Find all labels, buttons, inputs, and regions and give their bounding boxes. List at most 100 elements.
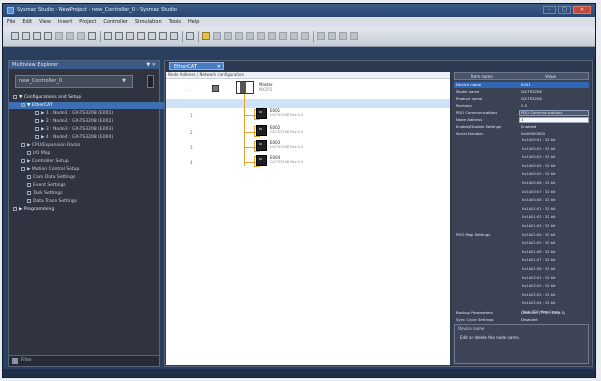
tree-item[interactable]: ▶ Programming (9, 206, 163, 213)
pdo-entry[interactable]: 0x1A02:03 : 32 bit (522, 293, 555, 297)
tree-item[interactable]: ▼ Configurations and Setup (9, 94, 163, 101)
tree-item[interactable]: ▶ Motion Control Setup (9, 166, 171, 173)
pdo-entry[interactable]: 0x1A00:05 : 32 bit (522, 172, 555, 176)
simulation-pause-icon[interactable] (339, 32, 347, 40)
pdo-entry[interactable]: 0x1A02:04 : 32 bit (522, 301, 555, 305)
set-icon[interactable] (290, 32, 298, 40)
paste-icon[interactable] (66, 32, 74, 40)
online-icon[interactable] (186, 32, 194, 40)
pdo-entry[interactable]: 0x1A01:07 : 32 bit (522, 258, 555, 262)
save-icon[interactable] (33, 32, 41, 40)
force-cancel-icon[interactable] (279, 32, 287, 40)
menu-controller[interactable]: Controller (103, 19, 128, 25)
property-row[interactable]: Backup Parameters Disabled (TPDO Disp.S) (454, 310, 589, 316)
tab-close-icon[interactable]: ✕ (217, 63, 221, 71)
pdo-entry[interactable]: 0x1A00:02 : 32 bit (522, 147, 555, 151)
property-row[interactable]: Device name E001 (454, 82, 589, 88)
menu-simulation[interactable]: Simulation (135, 19, 162, 25)
slave-device[interactable] (256, 140, 267, 151)
warning-icon[interactable] (202, 32, 210, 40)
tree-item[interactable]: ▶ 4 : Node4 : GX-TS3208 (E004) (9, 134, 185, 141)
close-button[interactable]: ✕ (573, 6, 591, 14)
pdo-entry[interactable]: 0x1A00:08 : 32 bit (522, 198, 555, 202)
build-icon[interactable] (137, 32, 145, 40)
tree-item[interactable]: ▶ Controller Setup (9, 158, 171, 165)
tree-item[interactable]: Cam Data Settings (9, 174, 177, 181)
simulation-stop-icon[interactable] (328, 32, 336, 40)
slave-device[interactable] (256, 125, 267, 136)
find-icon[interactable] (115, 32, 123, 40)
tree-item[interactable]: Task Settings (9, 190, 177, 197)
run-mode-icon[interactable] (224, 32, 232, 40)
open-icon[interactable] (22, 32, 30, 40)
tab-ethercat[interactable]: EtherCAT ✕ (169, 62, 224, 70)
property-row[interactable]: Sync Cycle Settings Disabled (454, 317, 589, 323)
menu-edit[interactable]: Edit (22, 19, 32, 25)
pdo-entry[interactable]: 0x1A01:01 : 32 bit (522, 207, 555, 211)
check-icon[interactable] (159, 32, 167, 40)
pdo-entry[interactable]: 0x1A00:07 : 32 bit (522, 190, 555, 194)
delete-icon[interactable] (77, 32, 85, 40)
pdo-entry[interactable]: 0x1A02:02 : 32 bit (522, 284, 555, 288)
menu-insert[interactable]: Insert (58, 19, 72, 25)
program-mode-icon[interactable] (235, 32, 243, 40)
pdo-entry[interactable]: 0x1A00:04 : 32 bit (522, 164, 555, 168)
tree-item[interactable]: Event Settings (9, 182, 177, 189)
maximize-button[interactable]: □ (558, 6, 571, 14)
tree-item[interactable]: Data Trace Settings (9, 198, 177, 205)
pdo-entry[interactable]: 0x1A01:02 : 32 bit (522, 215, 555, 219)
pdo-entry[interactable]: 0x1A00:03 : 32 bit (522, 155, 555, 159)
controller-status-icon[interactable] (147, 75, 154, 88)
tree-item[interactable]: ▶ 1 : Node1 : GX-TS3208 (E001) (9, 110, 185, 117)
controller-select[interactable]: new_Controller_0 ▼ (15, 75, 133, 88)
monitor-icon[interactable] (246, 32, 254, 40)
tree-item[interactable]: ▼ EtherCAT (9, 102, 171, 109)
master-device[interactable] (236, 81, 254, 94)
replace-icon[interactable] (126, 32, 134, 40)
menu-view[interactable]: View (39, 19, 51, 25)
tree-item[interactable]: ▶ 3 : Node3 : GX-TS3208 (E003) (9, 126, 185, 133)
copy-icon[interactable] (55, 32, 63, 40)
cut-icon[interactable] (44, 32, 52, 40)
tree-item[interactable]: I/O Map (9, 150, 177, 157)
reset-icon[interactable] (301, 32, 309, 40)
pdo-entry[interactable]: 0x1A01:04 : 32 bit (522, 233, 555, 237)
redo-icon[interactable] (104, 32, 112, 40)
simulation-start-icon[interactable] (317, 32, 325, 40)
force-on-icon[interactable] (257, 32, 265, 40)
menu-file[interactable]: File (7, 19, 15, 25)
menu-help[interactable]: Help (188, 19, 199, 25)
filter-bar[interactable]: Filter (9, 355, 159, 366)
new-project-icon[interactable] (11, 32, 19, 40)
property-row[interactable]: PDO Communications PDO Communications (454, 110, 589, 116)
tree-item[interactable]: ▶ 2 : Node2 : GX-TS3208 (E002) (9, 118, 185, 125)
pdo-entry[interactable]: 0x1A01:05 : 32 bit (522, 241, 555, 245)
minimize-button[interactable]: – (543, 6, 556, 14)
undo-icon[interactable] (88, 32, 96, 40)
rebuild-icon[interactable] (148, 32, 156, 40)
pdo-entry[interactable]: 0x1A02:01 : 32 bit (522, 276, 555, 280)
menu-project[interactable]: Project (79, 19, 96, 25)
pdo-entry[interactable]: 0x1A01:08 : 32 bit (522, 267, 555, 271)
window-scrollbar[interactable] (593, 60, 595, 367)
slave-device[interactable] (256, 155, 267, 166)
explorer-pin-icon[interactable]: ▼ ✕ (146, 62, 156, 68)
force-off-icon[interactable] (268, 32, 276, 40)
sync-icon[interactable] (213, 32, 221, 40)
property-row[interactable]: Revision 2.0 (454, 103, 589, 109)
menu-tools[interactable]: Tools (169, 19, 181, 25)
property-row[interactable]: Node Address 1 (454, 117, 589, 123)
slave-device[interactable] (256, 108, 267, 119)
pdo-entry[interactable]: 0x1A00:01 : 32 bit (522, 138, 555, 142)
property-row[interactable]: Model name GX-TS3208 (454, 89, 589, 95)
property-row[interactable]: Product name GX-TS3208 (454, 96, 589, 102)
pdo-entry[interactable]: 0x1A01:06 : 32 bit (522, 250, 555, 254)
pdo-entry[interactable]: 0x1A00:06 : 32 bit (522, 181, 555, 185)
property-row[interactable]: Enable/Disable Settings Enabled (454, 124, 589, 130)
property-value-field[interactable] (519, 117, 589, 123)
property-row[interactable]: Serial Number 0x00000000 (454, 131, 589, 137)
pdo-entry[interactable]: 0x1A01:03 : 32 bit (522, 224, 555, 228)
tree-item[interactable]: ▶ CPU/Expansion Racks (9, 142, 171, 149)
network-canvas[interactable]: Node Address | Network configuration · ·… (166, 72, 450, 365)
transfer-icon[interactable] (170, 32, 178, 40)
